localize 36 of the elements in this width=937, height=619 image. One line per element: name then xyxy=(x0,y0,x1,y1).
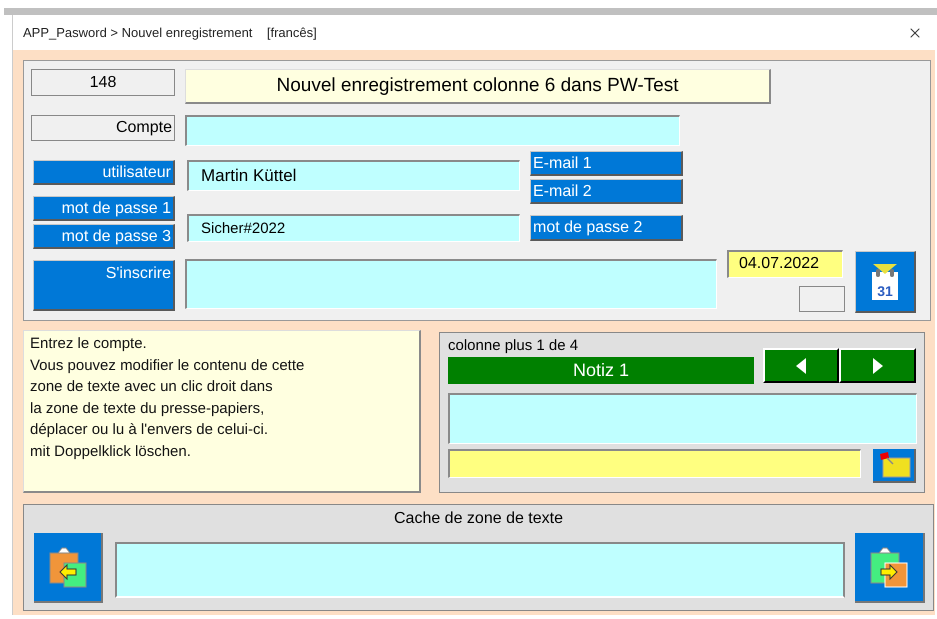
password-button[interactable]: mot de passe 2 xyxy=(530,215,683,241)
right-triangle-icon xyxy=(872,358,882,374)
help-text-line: la zone de texte du presse-papiers, xyxy=(30,398,266,418)
help-text-line: Vous pouvez modifier le contenu de cette xyxy=(30,356,306,376)
user-button[interactable]: utilisateur xyxy=(33,160,175,185)
password-field[interactable]: Sicher#2022 xyxy=(187,214,520,242)
email-button[interactable]: E-mail 2 xyxy=(530,179,683,204)
help-text-line: Entrez le compte. xyxy=(30,334,148,354)
pin-note-button[interactable] xyxy=(873,449,916,483)
cache-title: Cache de zone de texte xyxy=(392,509,564,529)
account-label: Compte xyxy=(31,115,175,141)
left-triangle-icon xyxy=(796,358,806,374)
account-field[interactable] xyxy=(185,115,680,146)
help-text-line: mit Doppelklick löschen. xyxy=(30,442,192,462)
user-field[interactable]: Martin Küttel xyxy=(187,160,520,191)
calendar-button[interactable]: 31 xyxy=(855,251,916,313)
next-button[interactable] xyxy=(839,348,916,383)
password-button[interactable]: mot de passe 1 xyxy=(33,196,175,221)
help-text-line: zone de texte avec un clic droit dans xyxy=(30,377,274,397)
copy-to-clipboard-button[interactable] xyxy=(855,533,925,603)
paste-from-clipboard-button[interactable] xyxy=(34,533,103,603)
clipboard-icon xyxy=(868,545,910,589)
password-button[interactable]: mot de passe 3 xyxy=(33,224,175,249)
help-text-line: déplacer ou lu à l'envers de celui-ci. xyxy=(30,420,269,440)
date-field: 04.07.2022 xyxy=(727,250,843,278)
clipboard-icon xyxy=(46,545,88,589)
record-heading: Nouvel enregistrement colonne 6 dans PW-Test xyxy=(185,69,771,104)
register-button[interactable]: S'inscrire xyxy=(33,260,175,311)
record-number: 148 xyxy=(31,69,175,96)
notes-caption: colonne plus 1 de 4 xyxy=(448,336,580,355)
previous-button[interactable] xyxy=(763,348,839,383)
notes-title: Notiz 1 xyxy=(448,357,754,384)
empty-box xyxy=(799,286,845,312)
email-button[interactable]: E-mail 1 xyxy=(530,151,683,176)
window-title: APP_Pasword > Nouvel enregistrement [francês] xyxy=(23,24,317,42)
register-field[interactable] xyxy=(185,259,717,309)
